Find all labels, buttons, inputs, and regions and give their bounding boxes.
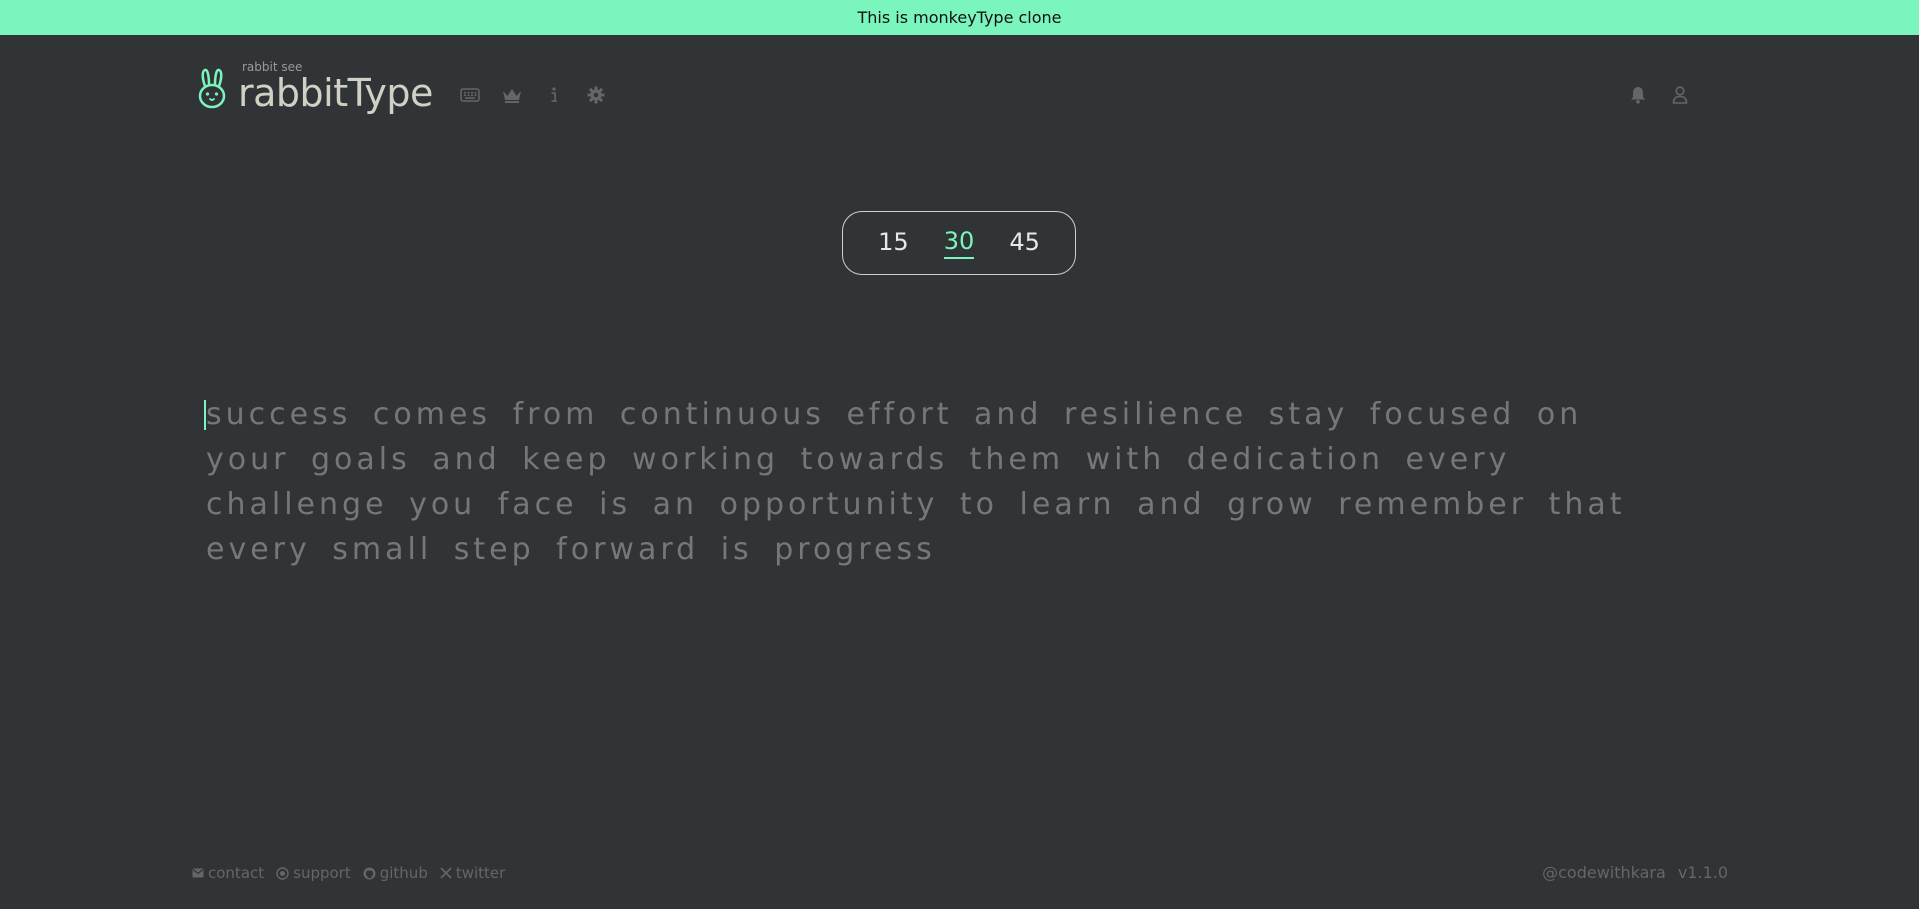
- footer-link-github[interactable]: github: [363, 864, 428, 882]
- header: rabbit see rabbitType: [196, 58, 1716, 130]
- typing-words: success comes from continuous effort and…: [206, 397, 1626, 567]
- nav-icons: [458, 84, 608, 106]
- keyboard-icon[interactable]: [458, 84, 482, 106]
- crown-icon[interactable]: [500, 84, 524, 106]
- gear-icon[interactable]: [584, 84, 608, 106]
- logo-subtitle: rabbit see: [242, 60, 303, 74]
- time-selector: 15 30 45: [842, 211, 1076, 275]
- info-icon[interactable]: [542, 84, 566, 106]
- footer-link-label: twitter: [455, 864, 506, 882]
- footer-right: @codewithkara v1.1.0: [1542, 863, 1728, 882]
- footer-link-label: contact: [208, 864, 265, 882]
- footer-links: contact support github twitter: [192, 864, 505, 882]
- donate-icon: [276, 866, 289, 880]
- right-icons: [1626, 84, 1692, 106]
- time-option-30[interactable]: 30: [943, 227, 975, 259]
- typing-area[interactable]: success comes from continuous effort and…: [204, 392, 1686, 572]
- github-icon: [363, 867, 376, 880]
- typing-caret: [204, 400, 206, 430]
- footer-link-label: support: [293, 864, 351, 882]
- mail-icon: [192, 868, 204, 878]
- footer-link-support[interactable]: support: [276, 864, 351, 882]
- time-option-45[interactable]: 45: [1009, 228, 1040, 258]
- rabbit-logo-icon: [196, 68, 228, 110]
- logo-text: rabbit see rabbitType: [238, 60, 433, 115]
- author-handle[interactable]: @codewithkara: [1542, 863, 1666, 882]
- footer-link-twitter[interactable]: twitter: [440, 864, 505, 882]
- user-icon[interactable]: [1668, 84, 1692, 106]
- time-option-15[interactable]: 15: [878, 228, 909, 258]
- logo-title: rabbitType: [238, 71, 433, 115]
- logo[interactable]: rabbit see rabbitType: [196, 60, 433, 115]
- footer-link-contact[interactable]: contact: [192, 864, 264, 882]
- x-icon: [440, 867, 452, 879]
- footer-link-label: github: [379, 864, 428, 882]
- top-banner: This is monkeyType clone: [0, 0, 1919, 35]
- banner-text: This is monkeyType clone: [857, 8, 1062, 27]
- version-label[interactable]: v1.1.0: [1678, 863, 1728, 882]
- bell-icon[interactable]: [1626, 84, 1650, 106]
